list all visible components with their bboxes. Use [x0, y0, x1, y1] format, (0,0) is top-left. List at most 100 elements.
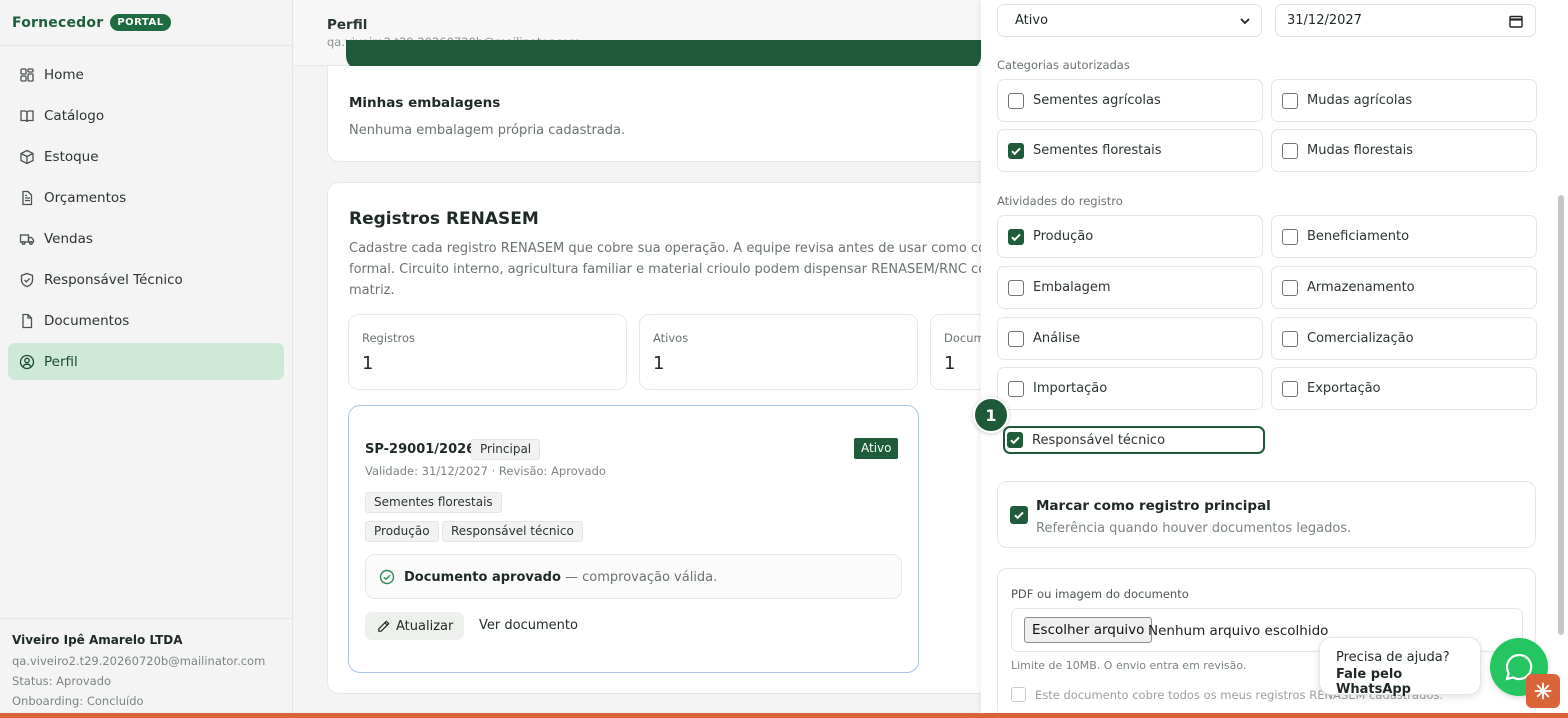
checkbox-label: Comercialização [1307, 331, 1414, 346]
sidebar-item-label: Vendas [44, 230, 93, 247]
user-email: qa.viveiro2.t29.20260720b@mailinator.com [12, 654, 266, 668]
sidebar-item-responsavel-tecnico[interactable]: Responsável Técnico [8, 261, 284, 298]
checkbox-box-checked[interactable] [1010, 506, 1028, 524]
checkbox-label: Armazenamento [1307, 280, 1415, 295]
status-select[interactable]: Ativo [997, 4, 1262, 37]
checkbox-box[interactable] [1011, 687, 1026, 702]
user-info: Viveiro Ipê Amarelo LTDA qa.viveiro2.t29… [0, 618, 293, 718]
choose-file-button[interactable]: Escolher arquivo [1024, 617, 1153, 643]
checkbox-mudas-agricolas[interactable]: Mudas agrícolas [1271, 79, 1537, 122]
book-open-icon [19, 108, 35, 124]
checkbox-beneficiamento[interactable]: Beneficiamento [1271, 215, 1537, 258]
check-circle-icon [379, 569, 395, 585]
stat-value: 1 [362, 353, 374, 374]
checkbox-box[interactable] [1008, 92, 1024, 109]
panel-scrollbar[interactable] [1558, 195, 1564, 635]
checkbox-armazenamento[interactable]: Armazenamento [1271, 266, 1537, 309]
package-icon [19, 149, 35, 165]
renasem-record-card[interactable]: SP-29001/2026 Principal Ativo Validade: … [348, 405, 919, 673]
checkbox-analise[interactable]: Análise [997, 317, 1263, 360]
check-icon [1011, 233, 1021, 241]
checkbox-box[interactable] [1282, 142, 1298, 159]
validity-date-input[interactable]: 31/12/2027 [1275, 4, 1536, 37]
checkbox-box[interactable] [1282, 380, 1298, 397]
view-document-link[interactable]: Ver documento [479, 618, 578, 633]
category-chip: Sementes florestais [365, 492, 502, 513]
user-onboarding: Onboarding: Concluído [12, 694, 144, 708]
checkbox-box[interactable] [1282, 330, 1298, 347]
checkbox-box[interactable] [1282, 279, 1298, 296]
bottom-accent-line [0, 713, 1568, 718]
help-bubble[interactable]: Precisa de ajuda? Fale pelo WhatsApp [1319, 637, 1481, 697]
sidebar-item-label: Catálogo [44, 107, 105, 124]
sidebar-item-catalogo[interactable]: Catálogo [8, 97, 284, 134]
checkbox-producao[interactable]: Produção [997, 215, 1263, 258]
checkbox-box[interactable] [1282, 92, 1298, 109]
checkbox-label: Mudas agrícolas [1307, 93, 1413, 108]
checkbox-embalagem[interactable]: Embalagem [997, 266, 1263, 309]
checkbox-responsavel-tecnico[interactable]: Responsável técnico [1003, 426, 1265, 454]
stat-registros: Registros 1 [348, 314, 627, 390]
checkbox-sementes-agricolas[interactable]: Sementes agrícolas [997, 79, 1263, 122]
sidebar-item-documentos[interactable]: Documentos [8, 302, 284, 339]
stat-value: 1 [653, 353, 665, 374]
checkbox-label: Beneficiamento [1307, 229, 1410, 244]
checkbox-box[interactable] [1008, 330, 1024, 347]
checkbox-box-checked[interactable] [1008, 142, 1024, 159]
sparkle-icon[interactable] [1526, 674, 1560, 708]
checkbox-sementes-florestais[interactable]: Sementes florestais [997, 129, 1263, 172]
update-button[interactable]: Atualizar [365, 612, 465, 640]
user-circle-icon [19, 354, 35, 370]
document-status-text: Documento aprovado — comprovação válida. [404, 570, 717, 585]
sidebar-item-label: Responsável Técnico [44, 271, 183, 288]
grid-icon [19, 67, 35, 83]
upload-label: PDF ou imagem do documento [1011, 587, 1189, 601]
record-id: SP-29001/2026 [365, 442, 476, 457]
file-icon [19, 313, 35, 329]
sidebar-item-label: Estoque [44, 148, 99, 165]
step-number-badge: 1 [973, 397, 1009, 433]
principal-register-option[interactable]: Marcar como registro principal Referênci… [997, 481, 1536, 548]
stat-label: Docum [944, 331, 981, 345]
renasem-title: Registros RENASEM [349, 209, 539, 229]
checkbox-importacao[interactable]: Importação [997, 367, 1263, 410]
sidebar-item-home[interactable]: Home [8, 56, 284, 93]
activity-chip: Responsável técnico [442, 521, 583, 542]
sidebar-item-estoque[interactable]: Estoque [8, 138, 284, 175]
activities-label: Atividades do registro [997, 194, 1123, 208]
stat-ativos: Ativos 1 [639, 314, 918, 390]
calendar-icon[interactable] [1509, 14, 1523, 28]
stat-label: Ativos [653, 331, 689, 345]
checkbox-box[interactable] [1282, 228, 1298, 245]
sidebar-item-perfil[interactable]: Perfil [8, 343, 284, 380]
brand: Fornecedor PORTAL [0, 0, 292, 46]
status-badge: Ativo [854, 438, 899, 459]
checkbox-comercializacao[interactable]: Comercialização [1271, 317, 1537, 360]
page-title: Perfil [327, 17, 368, 33]
activity-chip: Produção [365, 521, 439, 542]
record-principal-tag: Principal [471, 439, 541, 460]
file-text-icon [19, 190, 35, 206]
upload-hint: Limite de 10MB. O envio entra em revisão… [1011, 659, 1247, 672]
sidebar-nav: Home Catálogo Estoque Orçamentos Vendas … [0, 46, 292, 380]
edit-record-panel: Ativo 31/12/2027 Categorias autorizadas … [981, 0, 1568, 713]
portal-badge: PORTAL [110, 14, 171, 31]
checkbox-exportacao[interactable]: Exportação [1271, 367, 1537, 410]
checkbox-box[interactable] [1008, 380, 1024, 397]
sidebar-item-vendas[interactable]: Vendas [8, 220, 284, 257]
checkbox-label: Exportação [1307, 381, 1381, 396]
record-meta: Validade: 31/12/2027 · Revisão: Aprovado [365, 464, 606, 478]
checkbox-box-checked[interactable] [1008, 228, 1024, 245]
checkbox-box-checked[interactable] [1007, 432, 1023, 448]
sidebar-item-orcamentos[interactable]: Orçamentos [8, 179, 284, 216]
sidebar-item-label: Home [44, 66, 84, 83]
check-icon [1014, 511, 1024, 520]
document-status-box: Documento aprovado — comprovação válida. [365, 554, 902, 599]
checkbox-mudas-florestais[interactable]: Mudas florestais [1271, 129, 1537, 172]
categories-label: Categorias autorizadas [997, 58, 1130, 72]
check-icon [1011, 147, 1021, 155]
checkbox-box[interactable] [1008, 279, 1024, 296]
update-label: Atualizar [396, 618, 454, 634]
packaging-card: Minhas embalagens Nenhuma embalagem próp… [327, 66, 981, 162]
file-none-text: Nenhum arquivo escolhido [1148, 623, 1329, 639]
